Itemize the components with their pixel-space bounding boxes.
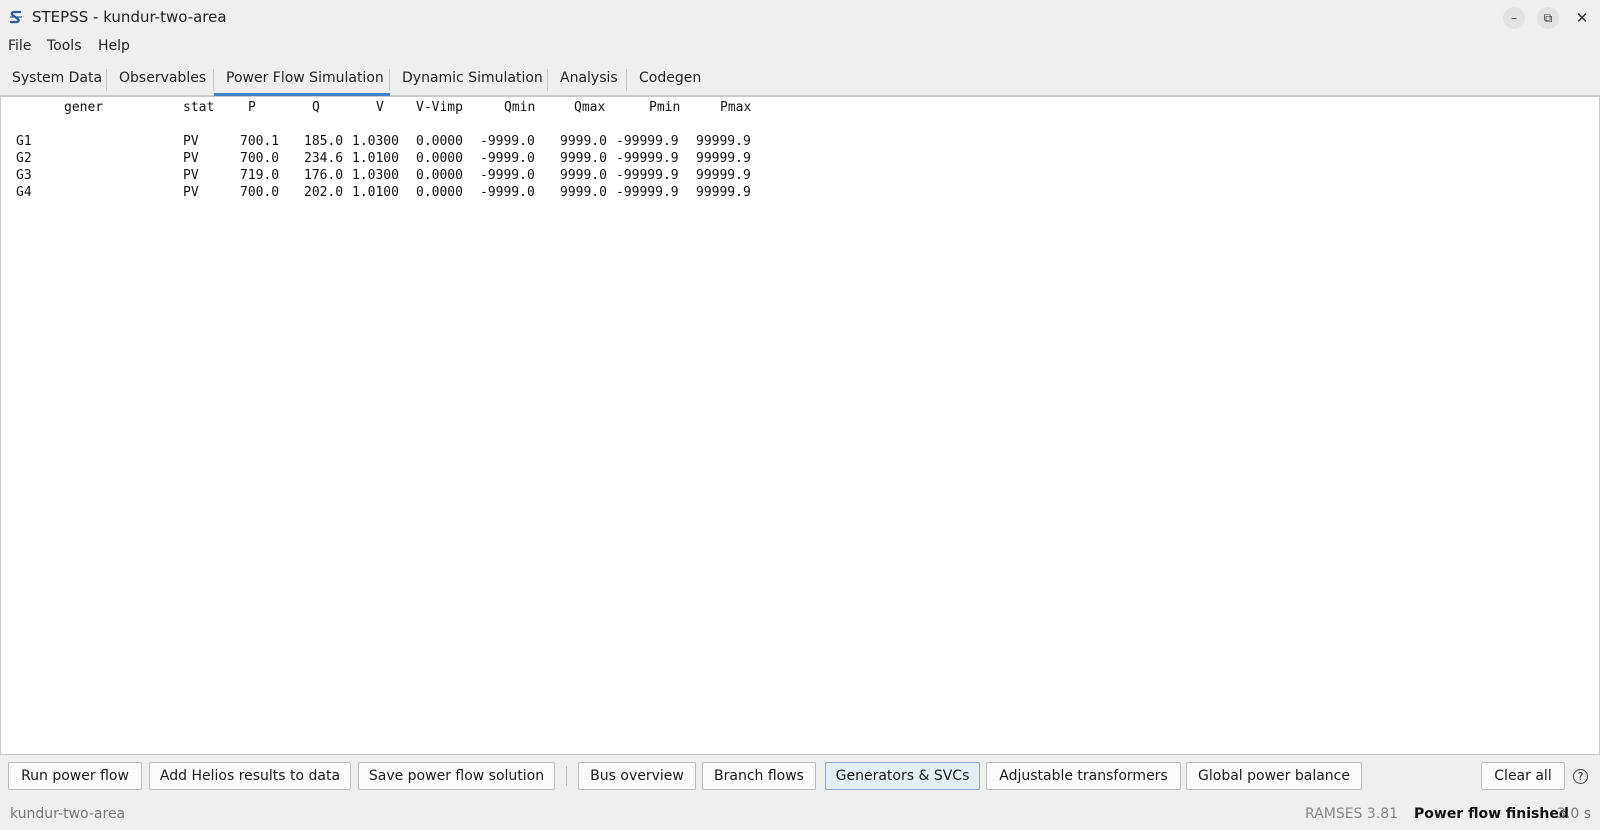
cell-qmin: -9999.0 (480, 151, 535, 166)
status-message: Power flow finished (1414, 806, 1569, 822)
cell-q: 202.0 (304, 185, 344, 200)
run-power-flow-button[interactable]: Run power flow (8, 762, 142, 790)
cell-v: 1.0100 (352, 151, 399, 166)
col-header-qmax: Qmax (574, 100, 606, 115)
cell-q: 234.6 (304, 151, 344, 166)
col-header-p: P (248, 100, 256, 115)
table-row: G2 PV 700.0 234.6 1.0100 0.0000 -9999.0 … (9, 150, 751, 167)
status-project-name: kundur-two-area (10, 806, 126, 822)
minimize-button[interactable]: – (1503, 7, 1525, 29)
tab-system-data[interactable]: System Data (0, 64, 107, 96)
cell-p: 700.1 (240, 134, 280, 149)
app-logo-icon (9, 10, 22, 24)
cell-p: 700.0 (240, 151, 280, 166)
cell-v: 1.0100 (352, 185, 399, 200)
col-header-q: Q (312, 100, 320, 115)
cell-v-vimp: 0.0000 (416, 185, 463, 200)
col-header-v: V (376, 100, 384, 115)
menu-tools[interactable]: Tools (47, 38, 82, 54)
cell-qmin: -9999.0 (480, 168, 535, 183)
action-toolbar: Run power flow Add Helios results to dat… (0, 762, 1600, 792)
cell-gener: G1 (16, 134, 32, 149)
cell-v-vimp: 0.0000 (416, 134, 463, 149)
col-header-pmin: Pmin (649, 100, 681, 115)
close-button[interactable]: ✕ (1571, 7, 1593, 29)
cell-gener: G4 (16, 185, 32, 200)
cell-pmin: -99999.9 (616, 185, 679, 200)
cell-pmin: -99999.9 (616, 151, 679, 166)
tab-bar: System Data Observables Power Flow Simul… (0, 64, 1600, 96)
cell-pmin: -99999.9 (616, 168, 679, 183)
cell-p: 700.0 (240, 185, 280, 200)
add-helios-results-button[interactable]: Add Helios results to data (149, 762, 351, 790)
generators-svcs-button[interactable]: Generators & SVCs (825, 762, 980, 790)
cell-stat: PV (183, 134, 199, 149)
cell-qmin: -9999.0 (480, 185, 535, 200)
cell-v: 1.0300 (352, 134, 399, 149)
save-power-flow-solution-button[interactable]: Save power flow solution (358, 762, 555, 790)
cell-qmax: 9999.0 (560, 134, 607, 149)
toolbar-divider (566, 766, 567, 786)
window-title: STEPSS - kundur-two-area (32, 8, 227, 26)
col-header-qmin: Qmin (504, 100, 536, 115)
col-header-stat: stat (183, 100, 215, 115)
col-header-v-vimp: V-Vimp (416, 100, 463, 115)
clear-all-button[interactable]: Clear all (1481, 762, 1565, 790)
cell-q: 185.0 (304, 134, 344, 149)
cell-gener: G3 (16, 168, 32, 183)
cell-v: 1.0300 (352, 168, 399, 183)
bus-overview-button[interactable]: Bus overview (578, 762, 696, 790)
cell-v-vimp: 0.0000 (416, 168, 463, 183)
adjustable-transformers-button[interactable]: Adjustable transformers (986, 762, 1181, 790)
power-flow-output[interactable]: gener stat P Q V V-Vimp Qmin Qmax Pmin P… (0, 96, 1600, 755)
status-elapsed-time: 3.0 s (1557, 806, 1592, 822)
col-header-gener: gener (64, 100, 104, 115)
cell-pmax: 99999.9 (696, 134, 751, 149)
tab-codegen[interactable]: Codegen (627, 64, 712, 96)
tab-analysis[interactable]: Analysis (548, 64, 627, 96)
col-header-pmax: Pmax (720, 100, 752, 115)
cell-stat: PV (183, 185, 199, 200)
cell-pmax: 99999.9 (696, 185, 751, 200)
table-row: G3 PV 719.0 176.0 1.0300 0.0000 -9999.0 … (9, 167, 751, 184)
branch-flows-button[interactable]: Branch flows (702, 762, 816, 790)
cell-pmax: 99999.9 (696, 168, 751, 183)
table-row: G4 PV 700.0 202.0 1.0100 0.0000 -9999.0 … (9, 184, 751, 201)
title-bar: STEPSS - kundur-two-area – ⧉ ✕ (0, 0, 1600, 34)
cell-qmax: 9999.0 (560, 168, 607, 183)
cell-gener: G2 (16, 151, 32, 166)
status-bar: kundur-two-area RAMSES 3.81 Power flow f… (0, 800, 1600, 830)
table-row: G1 PV 700.1 185.0 1.0300 0.0000 -9999.0 … (9, 133, 751, 150)
menu-help[interactable]: Help (98, 38, 130, 54)
report-header: gener stat P Q V V-Vimp Qmin Qmax Pmin P… (9, 99, 751, 116)
menu-bar: File Tools Help (0, 34, 1600, 60)
tab-power-flow-simulation[interactable]: Power Flow Simulation (214, 64, 390, 96)
tab-dynamic-simulation[interactable]: Dynamic Simulation (390, 64, 548, 96)
cell-qmax: 9999.0 (560, 151, 607, 166)
menu-file[interactable]: File (8, 38, 31, 54)
help-icon[interactable]: ? (1573, 769, 1588, 784)
tab-observables[interactable]: Observables (107, 64, 214, 96)
cell-pmin: -99999.9 (616, 134, 679, 149)
cell-q: 176.0 (304, 168, 344, 183)
cell-stat: PV (183, 151, 199, 166)
cell-qmax: 9999.0 (560, 185, 607, 200)
cell-qmin: -9999.0 (480, 134, 535, 149)
global-power-balance-button[interactable]: Global power balance (1186, 762, 1362, 790)
generator-report: gener stat P Q V V-Vimp Qmin Qmax Pmin P… (9, 99, 751, 201)
cell-stat: PV (183, 168, 199, 183)
cell-pmax: 99999.9 (696, 151, 751, 166)
maximize-button[interactable]: ⧉ (1537, 7, 1559, 29)
status-version: RAMSES 3.81 (1305, 806, 1399, 822)
cell-v-vimp: 0.0000 (416, 151, 463, 166)
cell-p: 719.0 (240, 168, 280, 183)
